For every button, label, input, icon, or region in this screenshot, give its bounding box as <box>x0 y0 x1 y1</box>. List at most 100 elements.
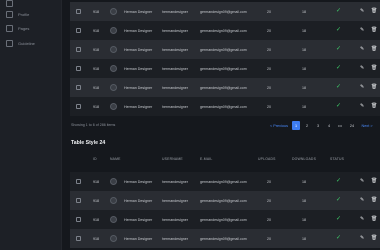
cell-downloads: 18 <box>302 217 306 222</box>
cell-name: Herman Designer <box>124 217 153 222</box>
cell-name: Herman Designer <box>124 104 153 109</box>
edit-icon[interactable]: ✎ <box>360 197 364 203</box>
status-check-icon: ✓ <box>336 65 342 71</box>
delete-icon[interactable]: 🗑 <box>371 235 377 241</box>
row-checkbox[interactable] <box>76 85 81 90</box>
sidebar-item-profile[interactable]: Profile <box>6 9 29 19</box>
cell-name: Herman Designer <box>124 179 153 184</box>
delete-icon[interactable]: 🗑 <box>371 8 377 14</box>
delete-icon[interactable]: 🗑 <box>371 216 377 222</box>
cell-uploads: 20 <box>267 179 271 184</box>
delete-icon[interactable]: 🗑 <box>371 65 377 71</box>
pagination-page[interactable]: 1 <box>292 121 300 130</box>
main-content: 918 Herman Designer hermandesigner germa… <box>62 0 380 250</box>
cell-id: 918 <box>93 217 99 222</box>
cell-id: 918 <box>93 236 99 241</box>
table-row: 918 Herman Designer hermandesigner germa… <box>70 229 380 248</box>
avatar <box>110 103 117 110</box>
row-checkbox[interactable] <box>76 104 81 109</box>
cell-email: germandesign09@gmail.com <box>200 9 247 14</box>
table-row: 918 Herman Designer hermandesigner germa… <box>70 59 380 78</box>
cell-name: Herman Designer <box>124 236 153 241</box>
cell-downloads: 18 <box>302 9 306 14</box>
row-checkbox[interactable] <box>76 179 81 184</box>
cell-uploads: 20 <box>267 66 271 71</box>
cell-email: germandesign09@gmail.com <box>200 47 247 52</box>
cell-username: hermandesigner <box>162 179 188 184</box>
square-icon <box>6 0 13 7</box>
cell-uploads: 20 <box>267 198 271 203</box>
table-row: 918 Herman Designer hermandesigner germa… <box>70 78 380 97</box>
delete-icon[interactable]: 🗑 <box>371 84 377 90</box>
header-downloads: DOWNLOADS <box>292 157 317 161</box>
sidebar-item-guideline[interactable]: Guideline <box>6 38 35 48</box>
row-checkbox[interactable] <box>76 66 81 71</box>
cell-id: 918 <box>93 66 99 71</box>
cell-username: hermandesigner <box>162 28 188 33</box>
header-status: STATUS <box>330 157 345 161</box>
edit-icon[interactable]: ✎ <box>360 46 364 52</box>
edit-icon[interactable]: ✎ <box>360 216 364 222</box>
status-check-icon: ✓ <box>336 84 342 90</box>
sidebar-item-label: Guideline <box>18 40 35 46</box>
showing-count: Showing 1 to 6 of 286 items <box>71 123 116 127</box>
row-checkbox[interactable] <box>76 28 81 33</box>
edit-icon[interactable]: ✎ <box>360 27 364 33</box>
edit-icon[interactable]: ✎ <box>360 235 364 241</box>
cell-username: hermandesigner <box>162 66 188 71</box>
delete-icon[interactable]: 🗑 <box>371 46 377 52</box>
pagination-next[interactable]: Next > <box>360 121 374 130</box>
header-id: ID <box>93 157 97 161</box>
pagination-page[interactable]: 2 <box>303 121 311 130</box>
table-row: 918 Herman Designer hermandesigner germa… <box>70 40 380 59</box>
avatar <box>110 216 117 223</box>
delete-icon[interactable]: 🗑 <box>371 197 377 203</box>
cell-username: hermandesigner <box>162 9 188 14</box>
cell-name: Herman Designer <box>124 47 153 52</box>
sidebar-item-0[interactable] <box>6 0 18 8</box>
pagination-page[interactable]: 3 <box>314 121 322 130</box>
edit-icon[interactable]: ✎ <box>360 65 364 71</box>
cell-downloads: 18 <box>302 236 306 241</box>
cell-username: hermandesigner <box>162 217 188 222</box>
row-checkbox[interactable] <box>76 9 81 14</box>
cell-uploads: 20 <box>267 217 271 222</box>
edit-icon[interactable]: ✎ <box>360 8 364 14</box>
table-row: 918 Herman Designer hermandesigner germa… <box>70 191 380 210</box>
cell-uploads: 20 <box>267 236 271 241</box>
pagination-page[interactable]: 24 <box>348 121 356 130</box>
cell-uploads: 20 <box>267 28 271 33</box>
row-checkbox[interactable] <box>76 236 81 241</box>
cell-name: Herman Designer <box>124 198 153 203</box>
cell-uploads: 20 <box>267 104 271 109</box>
cell-name: Herman Designer <box>124 85 153 90</box>
row-checkbox[interactable] <box>76 47 81 52</box>
row-checkbox[interactable] <box>76 217 81 222</box>
status-check-icon: ✓ <box>336 178 342 184</box>
pagination-page[interactable]: 4 <box>325 121 333 130</box>
avatar <box>110 178 117 185</box>
delete-icon[interactable]: 🗑 <box>371 178 377 184</box>
cell-id: 918 <box>93 85 99 90</box>
delete-icon[interactable]: 🗑 <box>371 27 377 33</box>
avatar <box>110 46 117 53</box>
table-row: 918 Herman Designer hermandesigner germa… <box>70 97 380 116</box>
sidebar-item-label: Profile <box>18 11 30 17</box>
cell-id: 918 <box>93 28 99 33</box>
pagination-ellipsis: ••• <box>338 123 342 128</box>
edit-icon[interactable]: ✎ <box>360 103 364 109</box>
delete-icon[interactable]: 🗑 <box>371 103 377 109</box>
row-checkbox[interactable] <box>76 198 81 203</box>
pagination-prev[interactable]: < Previous <box>268 121 290 130</box>
sidebar-item-pages[interactable]: Pages <box>6 23 29 33</box>
avatar <box>110 65 117 72</box>
edit-icon[interactable]: ✎ <box>360 178 364 184</box>
avatar <box>110 235 117 242</box>
status-check-icon: ✓ <box>336 216 342 222</box>
edit-icon[interactable]: ✎ <box>360 84 364 90</box>
cell-email: germandesign09@gmail.com <box>200 217 247 222</box>
cell-id: 918 <box>93 179 99 184</box>
section-title: Table Style 24 <box>71 140 106 146</box>
square-icon <box>6 39 13 47</box>
cell-username: hermandesigner <box>162 47 188 52</box>
